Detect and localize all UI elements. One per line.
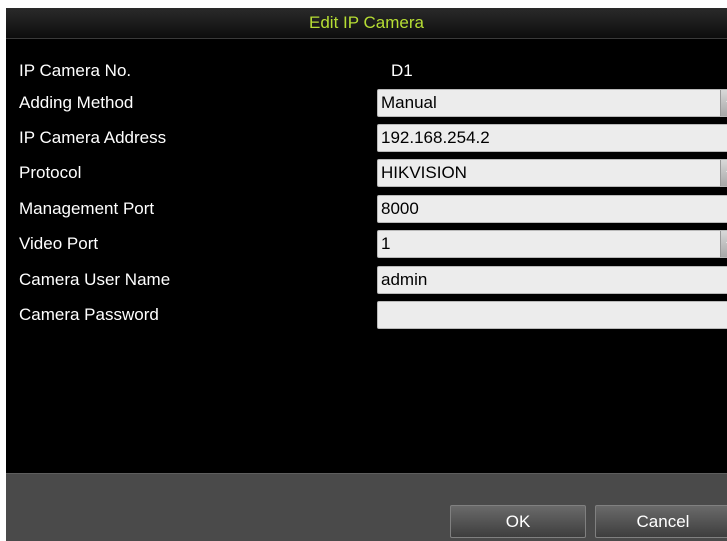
video-port-label: Video Port <box>19 234 99 253</box>
dropdown-arrow-icon[interactable] <box>720 90 727 116</box>
protocol-label: Protocol <box>19 163 82 182</box>
user-name-label: Camera User Name <box>19 270 171 289</box>
video-port-value: 1 <box>381 234 391 253</box>
camera-no-value: D1 <box>391 61 413 80</box>
camera-no-label: IP Camera No. <box>19 61 132 80</box>
management-port-input[interactable]: 8000 <box>377 195 727 223</box>
password-label: Camera Password <box>19 305 159 324</box>
protocol-value: HIKVISION <box>381 163 467 182</box>
cancel-button[interactable]: Cancel <box>595 505 727 538</box>
adding-method-value: Manual <box>381 93 437 112</box>
ok-button[interactable]: OK <box>450 505 586 538</box>
protocol-select[interactable]: HIKVISION <box>377 159 727 187</box>
management-port-label: Management Port <box>19 199 155 218</box>
video-port-select[interactable]: 1 <box>377 230 727 258</box>
dialog-body: IP Camera No. D1 Adding Method Manual IP… <box>6 39 727 473</box>
adding-method-label: Adding Method <box>19 93 134 112</box>
dialog-title: Edit IP Camera <box>309 13 424 32</box>
dialog-footer: OK Cancel <box>6 473 727 541</box>
edit-ip-camera-dialog: Edit IP Camera IP Camera No. D1 Adding M… <box>6 8 727 541</box>
ip-address-input[interactable]: 192.168.254.2 <box>377 124 727 152</box>
dialog-titlebar: Edit IP Camera <box>6 8 727 39</box>
ip-address-label: IP Camera Address <box>19 128 167 147</box>
dropdown-arrow-icon[interactable] <box>720 160 727 186</box>
adding-method-select[interactable]: Manual <box>377 89 727 117</box>
password-input[interactable] <box>377 301 727 329</box>
user-name-input[interactable]: admin <box>377 266 727 294</box>
dropdown-arrow-icon[interactable] <box>720 231 727 257</box>
